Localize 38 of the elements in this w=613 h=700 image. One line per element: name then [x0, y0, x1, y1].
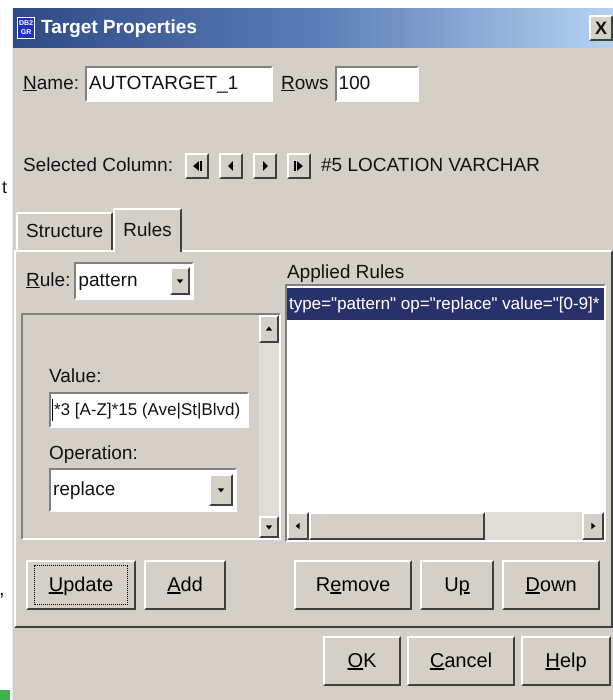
first-icon	[192, 160, 202, 172]
applied-rules-label: Applied Rules	[287, 262, 406, 284]
rule-button[interactable]: Remove	[294, 560, 412, 610]
selected-column-label: Selected Column:	[23, 154, 173, 178]
horizontal-scrollbar[interactable]	[287, 512, 604, 540]
rule-button[interactable]: Update	[26, 560, 136, 610]
rule-label: Rule:	[26, 268, 70, 293]
window-title: Target Properties	[41, 16, 197, 40]
slide-edge	[0, 690, 10, 700]
dialog-button[interactable]: OK	[323, 636, 401, 686]
dialog-button[interactable]: Cancel	[407, 636, 515, 686]
rows-field[interactable]: 100	[334, 66, 419, 102]
previous-button[interactable]	[218, 153, 243, 179]
left-triangle-icon	[226, 160, 236, 172]
last-button[interactable]	[286, 153, 311, 179]
last-icon	[294, 160, 304, 172]
rule-button[interactable]: Up	[420, 560, 494, 610]
rule-item[interactable]: type="pattern" op="replace" value="[0-9]*	[287, 288, 604, 320]
value-field[interactable]: *3 [A-Z]*15 (Ave|St|Blvd)	[49, 392, 249, 428]
rule-dropdown[interactable]: pattern	[74, 262, 194, 300]
rule-button[interactable]: Add	[144, 560, 226, 610]
vertical-scrollbar[interactable]	[259, 315, 279, 538]
tab[interactable]: Structure	[16, 212, 114, 250]
dialog-button[interactable]: Help	[521, 636, 611, 686]
name-label: Name:	[23, 72, 79, 96]
value-label: Value:	[49, 365, 102, 389]
column-name: #5 LOCATION VARCHAR	[320, 154, 540, 178]
close-button[interactable]: X	[589, 15, 613, 41]
background-text: ,	[0, 578, 6, 600]
rows-label: Rows	[280, 72, 329, 96]
background-text: t	[2, 176, 8, 198]
rule-button[interactable]: Down	[502, 560, 600, 610]
name-field[interactable]: AUTOTARGET_1	[84, 66, 273, 102]
operation-label: Operation:	[49, 442, 139, 466]
next-button[interactable]	[252, 153, 277, 179]
operation-dropdown[interactable]: replace	[49, 468, 237, 512]
first-button[interactable]	[184, 153, 209, 179]
tab[interactable]: Rules	[113, 208, 182, 252]
